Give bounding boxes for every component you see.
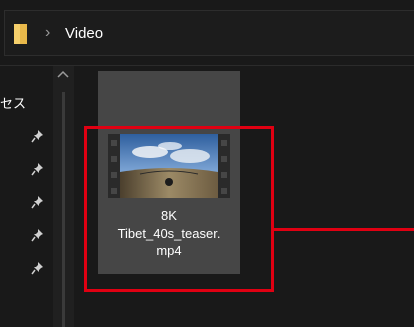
annotation-highlight-box bbox=[84, 126, 274, 292]
folder-icon bbox=[14, 24, 27, 44]
pin-icon[interactable] bbox=[31, 162, 45, 176]
address-bar: › Video bbox=[0, 0, 414, 66]
pin-icon[interactable] bbox=[31, 195, 45, 209]
annotation-pointer-line bbox=[274, 228, 414, 231]
pin-icon[interactable] bbox=[31, 228, 45, 242]
quick-access-label[interactable]: セス bbox=[0, 96, 26, 112]
chevron-up-icon[interactable] bbox=[56, 69, 70, 79]
address-box[interactable]: › Video bbox=[4, 10, 414, 56]
pin-icon[interactable] bbox=[31, 129, 45, 143]
nav-scrollbar[interactable] bbox=[53, 66, 74, 327]
navigation-pane: セス bbox=[0, 66, 74, 327]
scrollbar-thumb[interactable] bbox=[62, 92, 65, 327]
breadcrumb-video[interactable]: Video bbox=[65, 24, 103, 44]
breadcrumb-separator: › bbox=[45, 24, 51, 41]
pin-icon[interactable] bbox=[31, 261, 45, 275]
